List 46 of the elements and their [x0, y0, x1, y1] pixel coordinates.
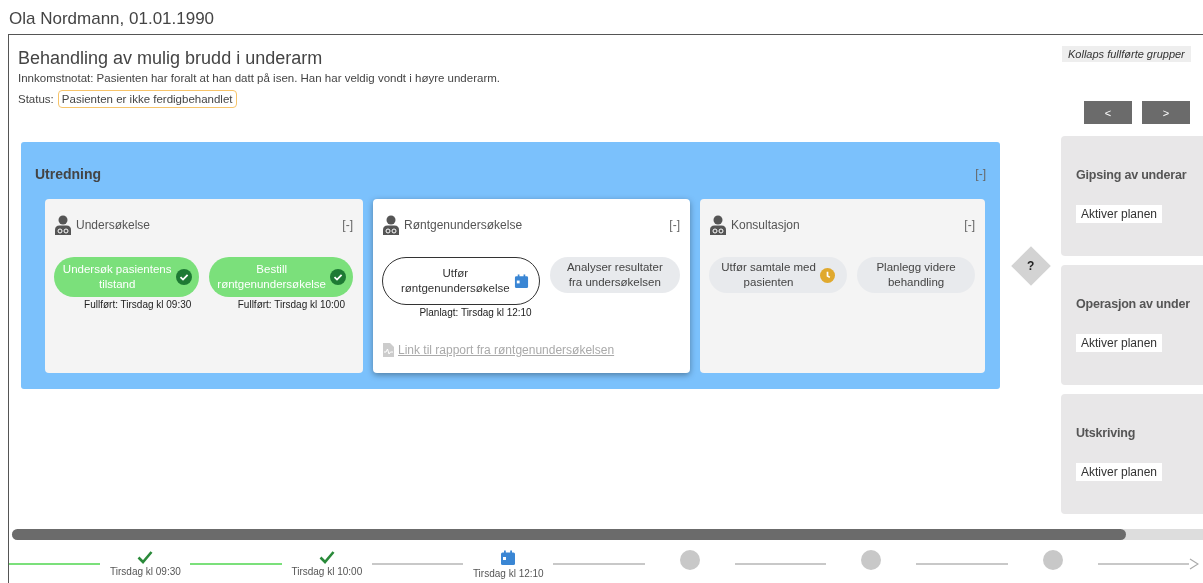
task-pill[interactable]: Utfør røntgenundersøkelse [382, 257, 540, 305]
plan-option-title: Operasjon av under [1076, 297, 1190, 311]
nav-button[interactable]: > [1142, 101, 1190, 124]
check-icon [137, 550, 154, 564]
step-title: Undersøkelse [76, 218, 152, 232]
nav-button[interactable]: < [1084, 101, 1132, 124]
task-pill[interactable]: Utfør samtale med pasienten [709, 257, 848, 293]
intake-note: Innkomstnotat: Pasienten har foralt at han datt på isen. Han har veldig vondt i høyre underarm. [18, 72, 501, 84]
calendar-icon [500, 550, 517, 566]
check-icon [318, 550, 335, 564]
timeline-label: Tirsdag kl 09:30 [110, 566, 181, 577]
task-note: Planlagt: Tirsdag kl 12:10 [419, 307, 533, 318]
group-title: Utredning [35, 166, 102, 182]
doctor-icon [709, 215, 727, 235]
task-pill[interactable]: Planlegg videre behandling [857, 257, 975, 293]
check-icon [176, 269, 193, 285]
plan-option-title: Utskriving [1076, 426, 1136, 440]
calendar-icon [513, 273, 529, 289]
activate-plan-button[interactable]: Aktiver planen [1076, 463, 1163, 481]
activate-plan-button[interactable]: Aktiver planen [1076, 205, 1163, 223]
activate-plan-button[interactable]: Aktiver planen [1076, 334, 1163, 352]
pending-dot [861, 550, 882, 570]
plan-option-title: Gipsing av underar [1076, 168, 1187, 182]
timeline-label: Tirsdag kl 12:10 [472, 568, 544, 579]
arrow-head-icon [1188, 558, 1199, 570]
pending-dot [679, 550, 700, 570]
document-icon [382, 343, 394, 357]
timeline-label: Tirsdag kl 10:00 [291, 566, 363, 577]
pending-dot [1042, 550, 1063, 570]
status-label: Status: [18, 93, 54, 105]
patient-name: Ola Nordmann, 01.01.1990 [8, 8, 216, 30]
status-value: Pasienten er ikke ferdigbehandlet [57, 90, 237, 108]
step-title: Konsultasjon [731, 218, 801, 232]
doctor-icon [54, 215, 72, 235]
task-note: Fullført: Tirsdag kl 10:00 [237, 299, 346, 310]
task-note: Fullført: Tirsdag kl 09:30 [84, 299, 193, 310]
collapse-toggle[interactable]: [-] [964, 218, 975, 232]
collapse-toggle[interactable]: [-] [342, 218, 353, 232]
check-icon [330, 269, 346, 285]
doctor-icon [382, 215, 400, 235]
clock-icon [820, 267, 836, 283]
step-title: Røntgenundersøkelse [404, 218, 524, 232]
plan-title: Behandling av mulig brudd i underarm [18, 48, 324, 69]
collapse-completed-button[interactable]: Kollaps fullførte grupper [1062, 46, 1191, 62]
task-pill[interactable]: Analyser resultater fra undersøkelsen [549, 257, 680, 293]
collapse-toggle[interactable]: [-] [669, 218, 680, 232]
